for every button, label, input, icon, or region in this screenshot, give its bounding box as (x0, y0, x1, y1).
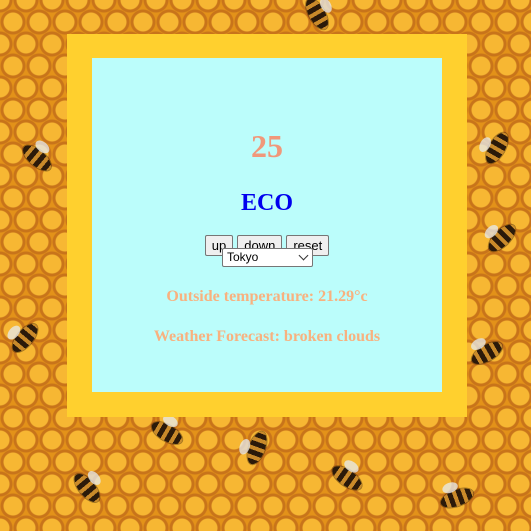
bee-image (7, 319, 43, 357)
bee-image (438, 484, 476, 512)
thermostat-panel: 25 ECO up down reset Tokyo Outside tempe… (92, 58, 442, 392)
thermostat-frame: 25 ECO up down reset Tokyo Outside tempe… (67, 34, 467, 417)
bee-image (148, 417, 186, 449)
chevron-down-icon (298, 250, 309, 261)
bee-image (328, 461, 366, 495)
temperature-display: 25 (251, 128, 283, 164)
weather-forecast: Weather Forecast: broken clouds (153, 328, 381, 345)
bee-image (301, 0, 333, 33)
city-select[interactable]: Tokyo (222, 248, 313, 267)
bee-image (468, 337, 506, 369)
bee-image (481, 129, 513, 167)
bee-image (484, 220, 520, 256)
outside-temperature: Outside temperature: 21.29°c (166, 288, 368, 305)
bee-image (243, 429, 271, 467)
mode-display: ECO (240, 190, 293, 216)
bee-image (69, 469, 105, 507)
city-select-value: Tokyo (227, 250, 259, 264)
bee-image (18, 140, 56, 176)
